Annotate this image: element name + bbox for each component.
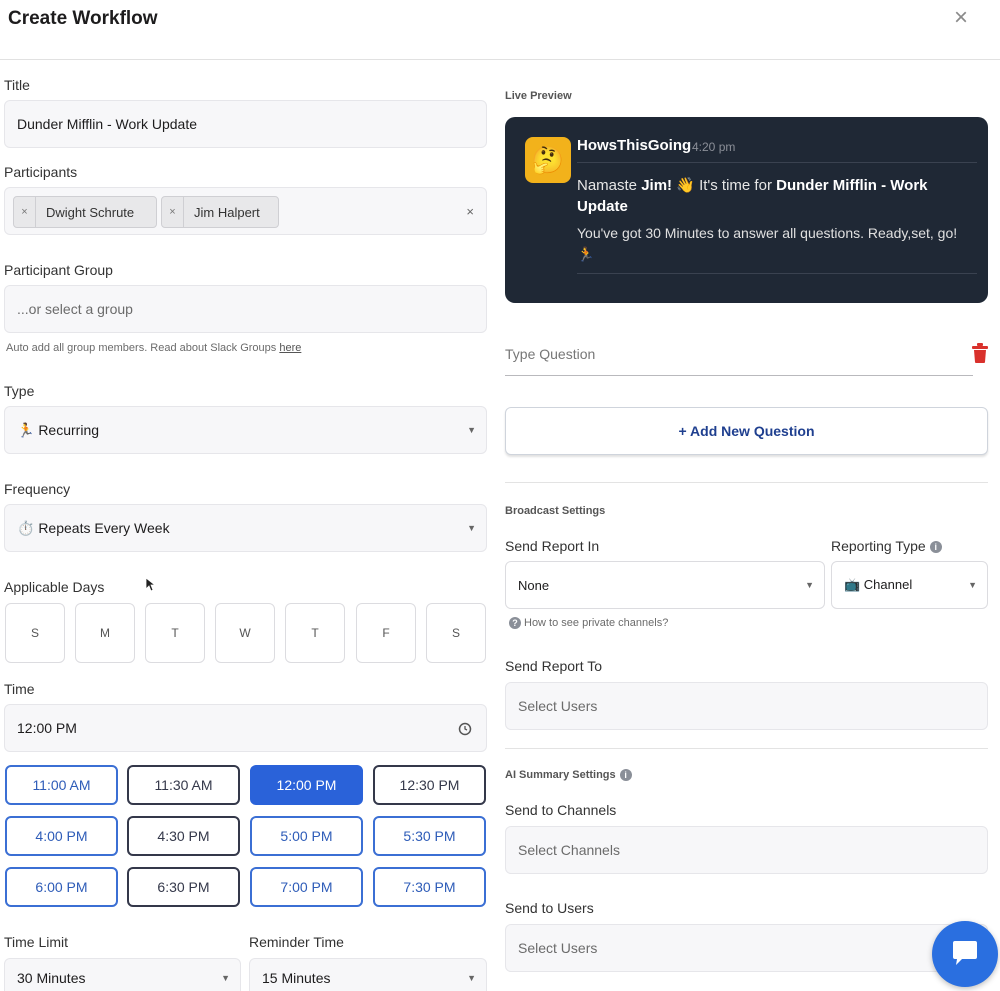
day-toggle-wed[interactable]: W (215, 603, 275, 663)
live-preview-label: Live Preview (505, 90, 572, 102)
info-icon[interactable]: i (929, 541, 942, 554)
add-question-button[interactable]: + Add New Question (505, 407, 988, 455)
modal-title: Create Workflow (8, 8, 158, 29)
time-slot-button[interactable]: 7:00 PM (250, 867, 363, 907)
chevron-down-icon: ▼ (968, 580, 977, 590)
time-slot-button[interactable]: 4:00 PM (5, 816, 118, 856)
chevron-down-icon: ▼ (805, 580, 814, 590)
time-slot-button[interactable]: 12:00 PM (250, 765, 363, 805)
slack-groups-link[interactable]: here (279, 342, 301, 354)
preview-message-line1: Namaste Jim! 👋 It's time for Dunder Miff… (577, 162, 977, 217)
time-slot-button[interactable]: 5:30 PM (373, 816, 486, 856)
frequency-label: Frequency (4, 481, 71, 497)
participants-select[interactable]: × Dwight Schrute × Jim Halpert × (4, 187, 487, 235)
remove-chip-icon[interactable]: × (14, 197, 36, 227)
reminder-time-label: Reminder Time (249, 934, 344, 950)
live-preview-card: 🤔 HowsThisGoing 4:20 pm Namaste Jim! 👋 I… (505, 117, 988, 303)
question-input[interactable]: Type Question (505, 340, 973, 376)
type-label: Type (4, 383, 35, 399)
participants-label: Participants (4, 164, 78, 180)
help-icon: ? (509, 617, 521, 630)
clock-icon[interactable] (458, 722, 472, 736)
send-report-in-label: Send Report In (505, 538, 600, 554)
day-toggle-tue[interactable]: T (145, 603, 205, 663)
send-to-channels-label: Send to Channels (505, 802, 617, 818)
close-icon[interactable]: × (954, 6, 968, 30)
frequency-select[interactable]: ⏱️ Repeats Every Week ▼ (4, 504, 487, 552)
time-input[interactable]: 12:00 PM (4, 704, 487, 752)
chevron-down-icon: ▼ (221, 973, 230, 983)
private-channels-link[interactable]: ? How to see private channels? (509, 617, 668, 630)
chat-bubble-icon (953, 941, 977, 965)
send-to-users-label: Send to Users (505, 900, 594, 916)
day-toggle-sun[interactable]: S (5, 603, 65, 663)
time-slot-button[interactable]: 6:30 PM (127, 867, 240, 907)
reporting-type-select[interactable]: 📺 Channel ▼ (831, 561, 988, 609)
send-report-in-select[interactable]: None ▼ (505, 561, 825, 609)
divider (505, 482, 988, 483)
time-limit-select[interactable]: 30 Minutes ▼ (4, 958, 241, 991)
modal-header: Create Workflow × (0, 0, 1000, 60)
group-hint: Auto add all group members. Read about S… (6, 342, 302, 354)
broadcast-settings-label: Broadcast Settings (505, 505, 606, 517)
remove-chip-icon[interactable]: × (162, 197, 184, 227)
time-limit-label: Time Limit (4, 934, 69, 950)
reporting-type-label: Reporting Type i (831, 538, 942, 554)
chat-launcher-button[interactable] (932, 921, 998, 987)
participant-chip[interactable]: × Dwight Schrute (13, 196, 157, 228)
time-slot-button[interactable]: 7:30 PM (373, 867, 486, 907)
participant-group-select[interactable]: ...or select a group (4, 285, 487, 333)
bot-avatar: 🤔 (525, 137, 571, 183)
time-slot-button[interactable]: 6:00 PM (5, 867, 118, 907)
title-label: Title (4, 77, 30, 93)
send-to-channels-select[interactable]: Select Channels (505, 826, 988, 874)
time-slot-button[interactable]: 5:00 PM (250, 816, 363, 856)
day-toggle-mon[interactable]: M (75, 603, 135, 663)
mouse-cursor-icon (146, 578, 156, 592)
applicable-days-label: Applicable Days (4, 579, 105, 595)
chevron-down-icon: ▼ (467, 425, 476, 435)
time-slot-button[interactable]: 4:30 PM (127, 816, 240, 856)
info-icon[interactable]: i (619, 769, 632, 782)
send-report-to-select[interactable]: Select Users (505, 682, 988, 730)
message-time: 4:20 pm (692, 140, 736, 154)
day-toggle-thu[interactable]: T (285, 603, 345, 663)
clear-participants-icon[interactable]: × (466, 204, 474, 219)
participant-chip[interactable]: × Jim Halpert (161, 196, 279, 228)
day-toggle-sat[interactable]: S (426, 603, 486, 663)
participant-group-label: Participant Group (4, 262, 113, 278)
bot-name: HowsThisGoing (577, 137, 692, 154)
time-slot-button[interactable]: 11:00 AM (5, 765, 118, 805)
type-select[interactable]: 🏃 Recurring ▼ (4, 406, 487, 454)
chevron-down-icon: ▼ (467, 973, 476, 983)
send-report-to-label: Send Report To (505, 658, 603, 674)
chevron-down-icon: ▼ (467, 523, 476, 533)
ai-summary-label: AI Summary Settings i (505, 769, 632, 782)
time-label: Time (4, 681, 35, 697)
time-slot-button[interactable]: 12:30 PM (373, 765, 486, 805)
title-input[interactable]: Dunder Mifflin - Work Update (4, 100, 487, 148)
trash-icon[interactable] (970, 342, 990, 364)
time-slot-button[interactable]: 11:30 AM (127, 765, 240, 805)
preview-message-line2: You've got 30 Minutes to answer all ques… (577, 223, 977, 274)
day-toggle-fri[interactable]: F (356, 603, 416, 663)
send-to-users-select[interactable]: Select Users (505, 924, 988, 972)
divider (505, 748, 988, 749)
reminder-time-select[interactable]: 15 Minutes ▼ (249, 958, 487, 991)
